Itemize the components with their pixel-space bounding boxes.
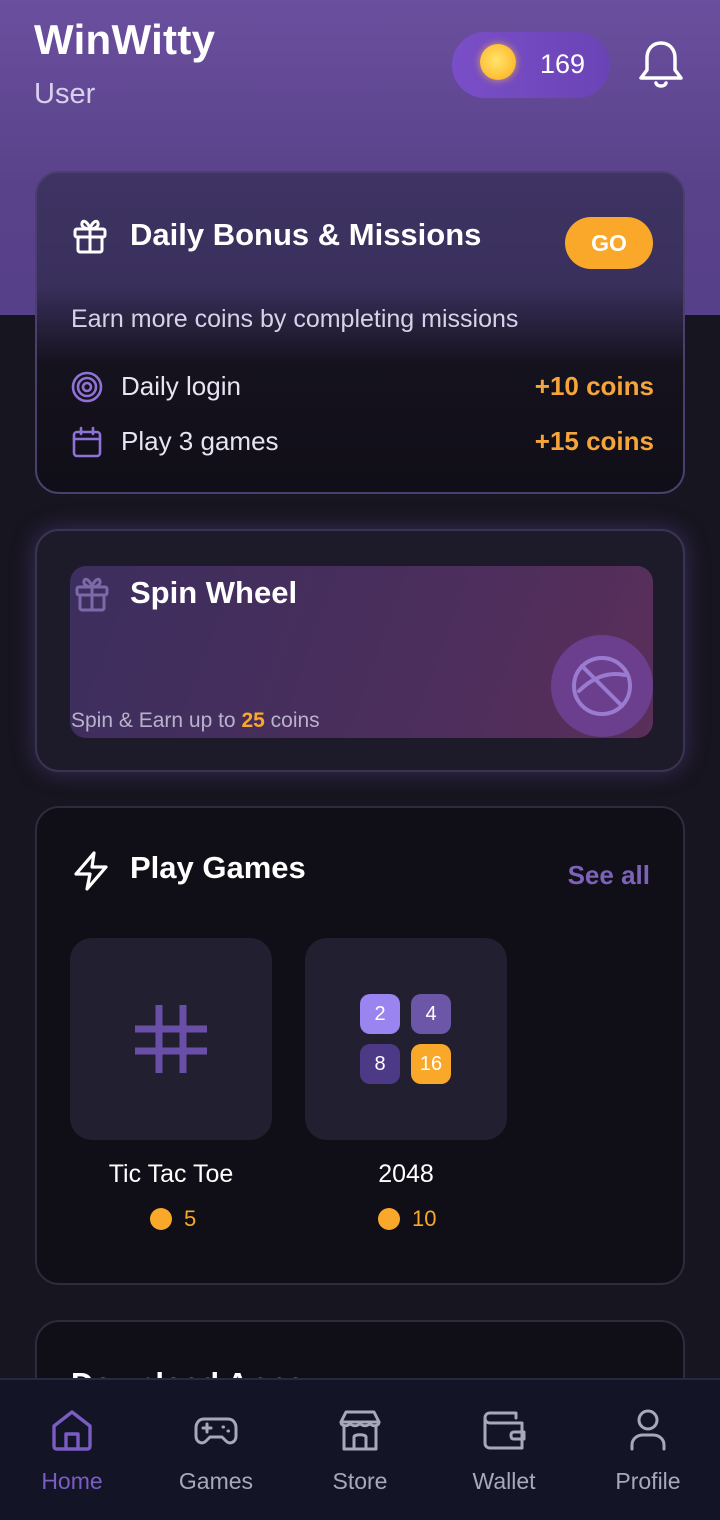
spin-wheel-title: Spin Wheel [130,575,298,610]
bottom-nav: Home Games Store Wallet Profile [0,1378,720,1520]
daily-bonus-title: Daily Bonus & Missions [130,217,482,252]
game-card-2048[interactable]: 2 4 8 16 [305,938,507,1140]
tile-16: 16 [411,1044,451,1084]
home-icon [50,1408,94,1452]
spin-sub-prefix: Spin & Earn up to [71,709,242,732]
game-cost-value: 5 [184,1206,197,1231]
spin-wheel-subtitle: Spin & Earn up to 25 coins [71,709,320,733]
game-name: 2048 [378,1160,434,1188]
coin-icon [480,44,516,80]
nav-label: Wallet [472,1468,536,1494]
mission-reward: +10 coins [534,371,654,401]
game-cost: 5 [150,1206,196,1232]
mission-label: Daily login [121,371,241,401]
gamepad-icon [194,1408,238,1452]
daily-bonus-description: Earn more coins by completing missions [71,305,519,333]
nav-item-games[interactable]: Games [144,1380,288,1520]
store-icon [338,1408,382,1452]
game-name: Tic Tac Toe [108,1160,234,1188]
spin-max-coins: 25 [241,709,265,732]
daily-bonus-card: Daily Bonus & Missions GO Earn more coin… [35,171,685,494]
nav-item-profile[interactable]: Profile [576,1380,720,1520]
game-cost-value: 10 [412,1206,437,1231]
lightning-icon [71,850,111,897]
gift-icon [73,575,111,618]
nav-label: Profile [615,1468,681,1494]
nav-item-store[interactable]: Store [288,1380,432,1520]
bell-icon[interactable] [636,38,686,92]
nav-item-wallet[interactable]: Wallet [432,1380,576,1520]
game-cost: 10 [378,1206,436,1232]
gift-icon [71,217,109,260]
tile-2: 2 [360,994,400,1034]
mission-reward: +15 coins [534,426,654,456]
coin-icon [378,1208,400,1230]
mission-label: Play 3 games [121,426,279,456]
coin-balance-pill[interactable]: 169 [452,32,610,98]
play-games-title: Play Games [130,850,306,885]
go-button[interactable]: GO [565,217,653,269]
nav-label: Home [41,1468,103,1494]
mission-item-daily-login: Daily login +10 coins [37,369,687,409]
play-games-card: Play Games See all Tic Tac Toe 5 2 4 8 1… [35,806,685,1285]
mission-item-play-games: Play 3 games +15 coins [37,424,687,464]
nav-label: Games [178,1468,254,1494]
spin-wheel-button[interactable] [551,635,653,737]
tile-4: 4 [411,994,451,1034]
header: WinWitty User 169 [0,0,720,140]
spin-wheel-card[interactable]: Spin Wheel Spin & Earn up to 25 coins [35,529,685,772]
coin-balance: 169 [540,49,586,79]
tile-8: 8 [360,1044,400,1084]
spin-sub-suffix: coins [264,709,320,732]
coin-icon [150,1208,172,1230]
calendar-icon [71,426,103,458]
see-all-link[interactable]: See all [568,860,650,891]
hash-grid-icon [131,999,211,1084]
game-card-tic-tac-toe[interactable] [70,938,272,1140]
wallet-icon [482,1408,526,1452]
nav-item-home[interactable]: Home [0,1380,144,1520]
user-icon [626,1408,670,1452]
nav-label: Store [332,1468,388,1494]
target-icon [71,371,103,403]
app-title: WinWitty [34,16,216,63]
user-name: User [34,78,96,110]
